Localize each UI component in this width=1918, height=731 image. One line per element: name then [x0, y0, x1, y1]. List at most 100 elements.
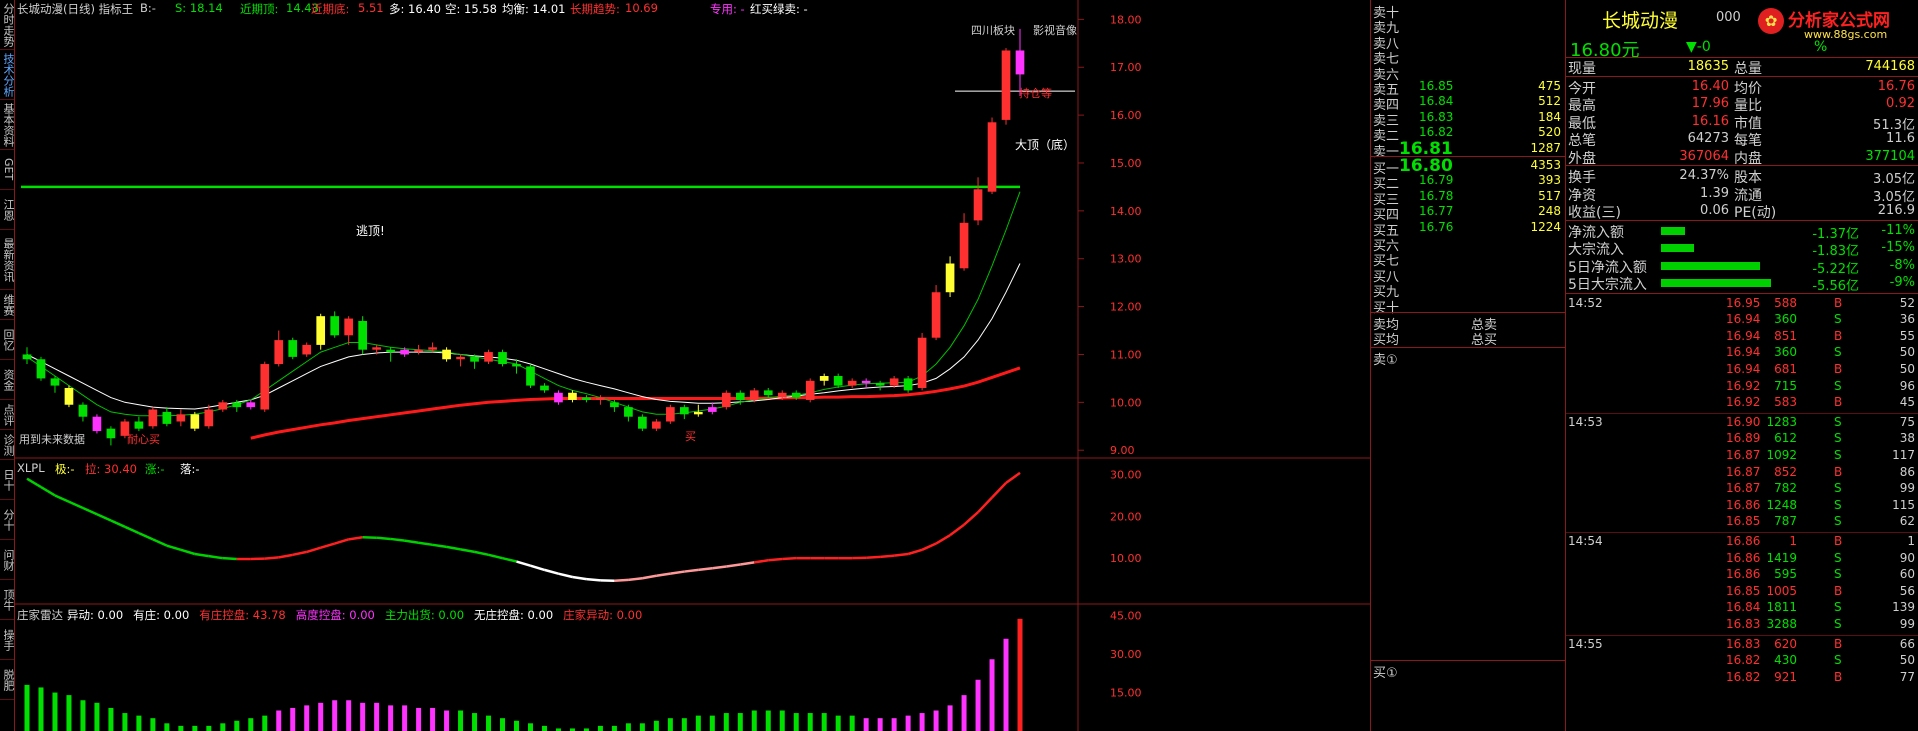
- divider: [1371, 346, 1565, 348]
- radar-bar: [793, 713, 799, 731]
- xlpl-line: [949, 523, 965, 537]
- candle-body: [78, 404, 88, 417]
- tick-volume: 588: [1774, 295, 1797, 310]
- candle-body: [190, 414, 200, 429]
- side-tab[interactable]: 诊测: [0, 430, 15, 460]
- y-tick-label: 45.00: [1110, 610, 1142, 623]
- ma-line: [26, 263, 1021, 410]
- stat-value: 0.06: [1700, 203, 1729, 218]
- price-change-pct: %: [1814, 39, 1828, 55]
- side-tab[interactable]: 分时走势: [0, 0, 15, 50]
- candle-body: [1015, 50, 1025, 75]
- y-tick-label: 18.00: [1110, 13, 1142, 26]
- stat-value: 16.76: [1877, 78, 1915, 94]
- flow-value: -5.56亿: [1812, 279, 1859, 294]
- bid-volume: 1224: [1530, 219, 1561, 234]
- side-tab[interactable]: 日十: [0, 460, 15, 500]
- stat-value: 0.92: [1886, 96, 1915, 111]
- side-tab[interactable]: 点评: [0, 400, 15, 430]
- near-top-label: 近期顶:: [240, 2, 279, 16]
- sell-queue-label[interactable]: 卖①: [1373, 349, 1398, 368]
- stat-value: 216.9: [1877, 203, 1915, 218]
- radar-bar: [667, 718, 673, 731]
- radar-bar: [807, 713, 813, 731]
- side-tab[interactable]: 操手: [0, 620, 15, 660]
- stat-value: 24.37%: [1679, 168, 1729, 183]
- radar-bar: [38, 687, 44, 731]
- xlpl-line: [194, 552, 210, 558]
- side-tab[interactable]: 资金: [0, 360, 15, 400]
- xlpl-line: [698, 566, 713, 572]
- side-tab[interactable]: 问财: [0, 540, 15, 580]
- tick-volume: 612: [1774, 431, 1797, 446]
- flow-label: 5日大宗流入: [1568, 277, 1647, 293]
- xlpl-line: [516, 560, 531, 567]
- tick-count: 56: [1899, 583, 1915, 598]
- tick-volume: 1283: [1766, 414, 1797, 429]
- side-tab[interactable]: 脱肥: [0, 660, 15, 700]
- buy-queue-label[interactable]: 买①: [1373, 662, 1398, 681]
- candle-body: [372, 347, 381, 350]
- big-top-label: 大顶（底）: [1015, 138, 1076, 152]
- flow-bar: [1661, 279, 1771, 287]
- radar-bar: [486, 715, 492, 731]
- flow-value: -5.22亿: [1812, 261, 1859, 277]
- radar-bar: [248, 718, 254, 731]
- candle-body: [316, 316, 326, 345]
- candle-body: [693, 411, 703, 415]
- chart-title: 长城动漫(日线) 指标王: [17, 2, 134, 16]
- candle-body: [176, 414, 186, 422]
- tick-price: 16.94: [1726, 328, 1761, 343]
- radar-bar: [625, 723, 631, 731]
- side-tab[interactable]: 回忆: [0, 320, 15, 360]
- side-tab[interactable]: 维赛: [0, 290, 15, 320]
- xlpl-line: [628, 577, 643, 582]
- candle-body: [92, 416, 102, 432]
- tick-side: S: [1834, 567, 1842, 582]
- xlpl-luo: 落:-: [180, 462, 200, 476]
- radar-bar: [346, 700, 352, 731]
- radar-bar: [639, 723, 645, 731]
- tick-volume: 430: [1774, 653, 1797, 668]
- xlpl-zhang: 涨:-: [145, 462, 165, 476]
- candle-body: [791, 392, 801, 398]
- tick-count: 139: [1892, 600, 1915, 615]
- divider: [1371, 312, 1565, 313]
- radar-bar: [430, 707, 436, 731]
- xlpl-line: [530, 564, 545, 572]
- candle-body: [470, 356, 479, 362]
- y-tick-label: 16.00: [1110, 109, 1142, 122]
- tick-count: 50: [1899, 653, 1915, 668]
- radar-bar: [24, 684, 30, 731]
- xlpl-line: [558, 572, 573, 579]
- side-tab[interactable]: 江恩: [0, 190, 15, 230]
- radar-bar: [500, 718, 506, 731]
- side-tab[interactable]: 最新资讯: [0, 230, 15, 290]
- xlpl-line: [880, 554, 895, 559]
- side-tab[interactable]: 顶牛: [0, 580, 15, 620]
- side-tab[interactable]: GET: [0, 150, 15, 190]
- stat-value: 11.6: [1886, 131, 1915, 146]
- stat-value: 16.16: [1691, 113, 1729, 129]
- tick-side: S: [1834, 600, 1842, 615]
- radar-bar: [863, 718, 869, 731]
- stat-value: 367064: [1679, 148, 1729, 164]
- xlpl-line: [656, 572, 671, 577]
- side-tab[interactable]: 基本资料: [0, 100, 15, 150]
- tick-volume: 851: [1774, 328, 1797, 343]
- candle-body: [680, 407, 689, 415]
- y-tick-label: 30.00: [1110, 648, 1142, 661]
- side-tab[interactable]: 技术分析: [0, 50, 15, 100]
- tick-volume: 360: [1774, 345, 1797, 360]
- tick-side: B: [1834, 464, 1843, 479]
- tick-price: 16.83: [1726, 636, 1761, 651]
- candle-body: [735, 392, 745, 400]
- xlpl-line: [376, 536, 391, 541]
- long-value: 多: 16.40: [389, 2, 441, 16]
- candle-body: [148, 409, 158, 427]
- candle-body: [456, 356, 465, 360]
- side-tab[interactable]: 分十: [0, 500, 15, 540]
- escape-top-label: 逃顶!: [356, 224, 385, 238]
- tick-count: 99: [1899, 616, 1915, 631]
- tick-price: 16.86: [1726, 497, 1761, 512]
